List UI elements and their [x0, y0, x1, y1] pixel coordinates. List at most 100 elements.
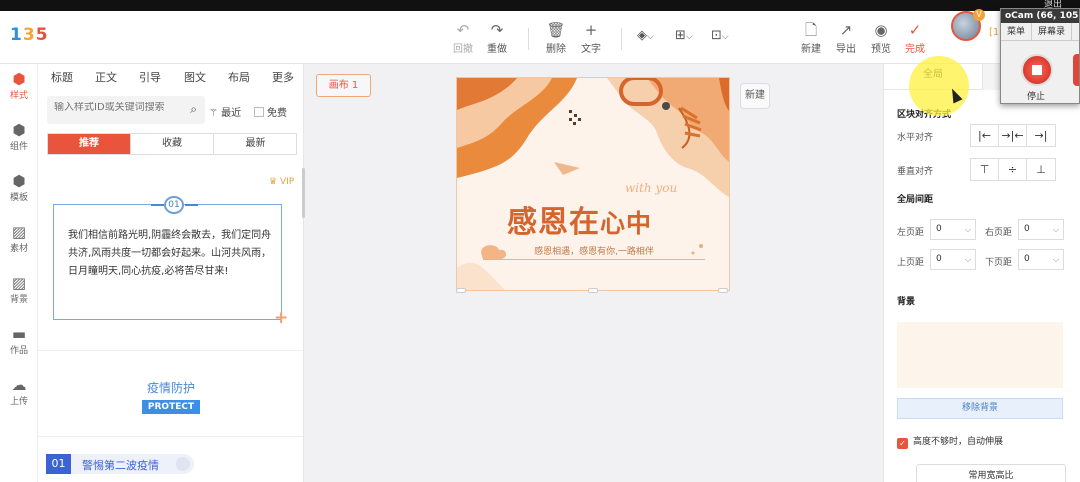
v-align-label: 垂直对齐 — [897, 167, 934, 177]
new-doc-button[interactable]: 🗋 新建 — [801, 22, 821, 56]
remove-background-button[interactable]: 移除背景 — [897, 398, 1063, 419]
cursor-highlight — [909, 56, 969, 116]
card-title: 警惕第二波疫情 — [82, 459, 159, 472]
align-left-icon[interactable]: |← — [971, 125, 999, 146]
search-icon[interactable]: ⌕ — [190, 102, 197, 117]
right-margin-select[interactable]: 0 ⌵ — [1018, 219, 1064, 240]
cube-icon: ⬢ — [12, 172, 26, 190]
template-card[interactable]: 01 警惕第二波疫情 — [46, 454, 194, 474]
align-middle-icon[interactable]: ÷ — [999, 159, 1027, 180]
layers-dropdown[interactable]: ◈⌵ — [637, 28, 654, 43]
toolbar-divider — [528, 28, 529, 50]
ocam-menu-item[interactable]: 菜单 — [1001, 23, 1033, 41]
category-tabs: 标题 正文 引导 图文 布局 更多 — [38, 69, 303, 89]
card-body-text: 我们相信前路光明,阴霾终会散去，我们定同舟共济,风雨共度一切都会好起来。山河共风… — [68, 230, 272, 277]
chevron-down-icon: ⌵ — [721, 32, 729, 42]
wand-icon: ⚚ — [209, 108, 218, 119]
format-dropdown[interactable]: ⊡⌵ — [711, 28, 729, 43]
template-card-tag[interactable]: PROTECT — [142, 400, 200, 414]
align-center-icon[interactable]: →|← — [999, 125, 1027, 146]
auto-stretch-option[interactable]: ✓ 高度不够时，自动伸展 — [897, 434, 1003, 449]
section-global-margin: 全局间距 — [897, 195, 934, 205]
check-icon: ✓ — [908, 21, 922, 39]
redo-button[interactable]: ↷ 重做 — [487, 21, 507, 56]
app-logo[interactable]: 135 — [10, 25, 49, 45]
canvas-tab[interactable]: 画布 1 — [316, 74, 371, 97]
canvas-with-you-text[interactable]: with you — [625, 181, 677, 195]
chevron-down-icon: ⌵ — [647, 32, 654, 42]
h-align-label: 水平对齐 — [897, 133, 934, 143]
ocam-menu-item[interactable]: 屏幕录 — [1032, 23, 1073, 41]
table-icon: ⊞ — [675, 28, 686, 43]
right-margin-label: 右页距 — [985, 228, 1013, 238]
chevron-down-icon: ⌵ — [964, 255, 971, 264]
export-button[interactable]: ↗ 导出 — [836, 22, 856, 56]
record-button-partial[interactable] — [1073, 54, 1079, 86]
rail-item-works[interactable]: ▬ 作品 — [0, 325, 38, 356]
align-top-icon[interactable]: ⊤ — [971, 159, 999, 180]
table-dropdown[interactable]: ⊞⌵ — [675, 28, 693, 43]
tab-image-text[interactable]: 图文 — [184, 69, 206, 85]
resize-handle[interactable] — [588, 288, 598, 293]
canvas-main-title[interactable]: 感恩在心中 — [507, 197, 652, 241]
plus-icon[interactable]: + — [274, 308, 288, 328]
folder-icon: ▬ — [11, 325, 27, 343]
preview-button[interactable]: ◉ 预览 — [871, 21, 891, 56]
recent-filter[interactable]: ⚚ 最近 — [209, 104, 241, 119]
bottom-margin-label: 下页距 — [985, 258, 1013, 268]
tab-guide[interactable]: 引导 — [139, 69, 161, 85]
segment-recommended[interactable]: 推荐 — [48, 134, 131, 154]
tab-more[interactable]: 更多 — [272, 69, 294, 85]
segment-favorites[interactable]: 收藏 — [131, 134, 214, 154]
list-divider — [38, 436, 303, 437]
background-preview[interactable] — [897, 322, 1063, 388]
top-margin-select[interactable]: 0 ⌵ — [930, 249, 976, 270]
top-margin-label: 上页距 — [897, 258, 925, 268]
template-card-title[interactable]: 疫情防护 — [38, 379, 303, 396]
stop-record-button[interactable] — [1021, 54, 1053, 86]
free-checkbox[interactable] — [254, 107, 264, 117]
new-canvas-button[interactable]: 新建 — [740, 83, 770, 109]
design-canvas[interactable]: with you 感恩在心中 感恩相遇，感恩有你,一路相伴 — [456, 77, 730, 291]
rail-item-upload[interactable]: ☁ 上传 — [0, 376, 38, 407]
undo-button[interactable]: ↶ 回撤 — [453, 22, 473, 56]
free-filter[interactable]: 免费 — [254, 104, 287, 119]
aspect-ratio-button[interactable]: 常用宽高比 — [916, 464, 1066, 482]
rail-item-template[interactable]: ⬢ 模板 — [0, 172, 38, 203]
left-rail: ⬢ 样式 ⬢ 组件 ⬢ 模板 ▨ 素材 ▨ 背景 ▬ 作品 ☁ 上传 — [0, 64, 38, 482]
image-icon: ▨ — [11, 274, 27, 292]
tab-layout[interactable]: 布局 — [228, 69, 250, 85]
redo-icon: ↷ — [490, 21, 504, 39]
rail-item-material[interactable]: ▨ 素材 — [0, 223, 38, 254]
template-card[interactable]: 01 我们相信前路光明,阴霾终会散去，我们定同舟共济,风雨共度一切都会好起来。山… — [53, 196, 288, 328]
resize-handle[interactable] — [718, 288, 728, 293]
eye-icon: ◉ — [874, 21, 888, 39]
tab-title[interactable]: 标题 — [51, 69, 73, 85]
text-button[interactable]: + 文字 — [581, 22, 601, 56]
search-input[interactable] — [54, 102, 179, 113]
rail-item-background[interactable]: ▨ 背景 — [0, 274, 38, 305]
canvas-divider-line — [483, 259, 705, 260]
rail-item-component[interactable]: ⬢ 组件 — [0, 121, 38, 152]
panel-scrollbar[interactable] — [302, 168, 305, 218]
left-margin-select[interactable]: 0 ⌵ — [930, 219, 976, 240]
done-button[interactable]: ✓ 完成 — [905, 21, 925, 56]
align-bottom-icon[interactable]: ⊥ — [1027, 159, 1055, 180]
chevron-down-icon: ⌵ — [1052, 255, 1059, 264]
list-divider — [38, 350, 303, 351]
bottom-margin-select[interactable]: 0 ⌵ — [1018, 249, 1064, 270]
align-right-icon[interactable]: →| — [1027, 125, 1055, 146]
h-align-group: |← →|← →| — [970, 124, 1056, 147]
top-toolbar: 135 ↶ 回撤 ↷ 重做 🗑 删除 + 文字 ◈⌵ ⊞⌵ ⊡⌵ 🗋 新建 ↗ … — [0, 11, 1080, 64]
tab-body[interactable]: 正文 — [95, 69, 117, 85]
card-number: 01 — [46, 454, 71, 474]
delete-button[interactable]: 🗑 删除 — [546, 22, 566, 56]
image-icon: ▨ — [11, 223, 27, 241]
properties-panel: 全局 区块对齐方式 水平对齐 |← →|← →| 垂直对齐 ⊤ ÷ ⊥ 全局间距… — [883, 64, 1080, 482]
check-icon[interactable]: ✓ — [897, 438, 908, 449]
canvas-subtitle[interactable]: 感恩相遇，感恩有你,一路相伴 — [457, 244, 729, 257]
segment-latest[interactable]: 最新 — [214, 134, 297, 154]
rail-item-style[interactable]: ⬢ 样式 — [0, 70, 38, 101]
resize-handle[interactable] — [456, 288, 466, 293]
chevron-down-icon: ⌵ — [1052, 225, 1059, 234]
